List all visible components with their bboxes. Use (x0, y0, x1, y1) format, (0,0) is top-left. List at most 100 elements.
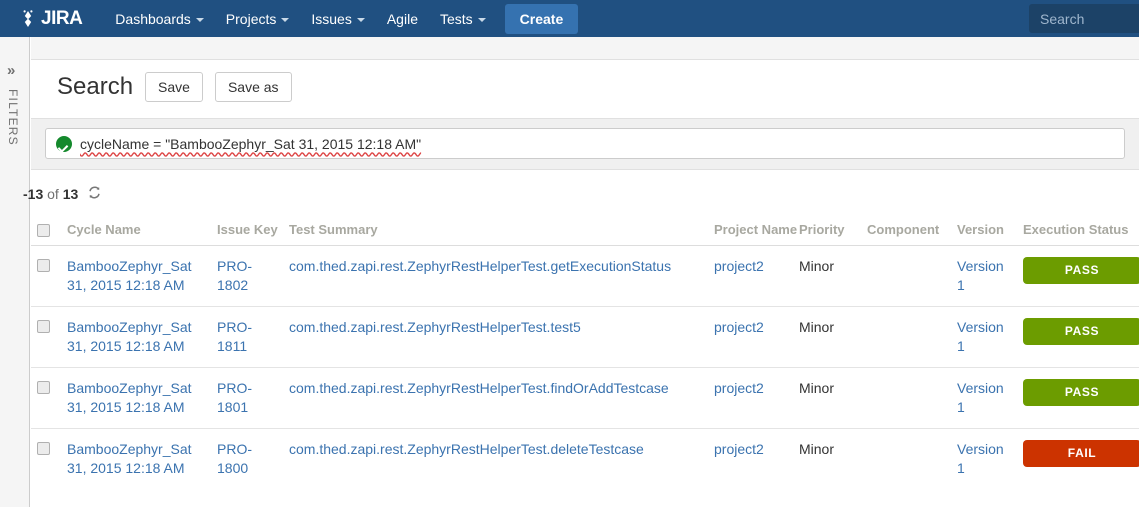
cell-issue-key: PRO-1802 (211, 245, 283, 307)
valid-check-icon (56, 135, 72, 152)
select-all-header (31, 218, 61, 246)
cell-execution-status: FAIL (1017, 428, 1139, 489)
nav-item-tests[interactable]: Tests (429, 2, 497, 36)
cell-priority: Minor (793, 306, 861, 368)
issue-key-link[interactable]: PRO-1800 (217, 441, 252, 476)
table-row[interactable]: BambooZephyr_Sat 31, 2015 12:18 AM PRO-1… (31, 428, 1139, 489)
row-checkbox[interactable] (37, 259, 50, 272)
status-badge[interactable]: PASS (1023, 318, 1139, 345)
column-header-test-summary[interactable]: Test Summary (283, 218, 708, 246)
version-link[interactable]: Version 1 (957, 441, 1004, 476)
project-name-link[interactable]: project2 (714, 380, 764, 396)
test-summary-link[interactable]: com.thed.zapi.rest.ZephyrRestHelperTest.… (289, 380, 669, 396)
jira-logo[interactable]: JIRA (18, 7, 83, 30)
cell-execution-status: PASS (1017, 245, 1139, 307)
refresh-icon[interactable] (87, 185, 102, 203)
cell-cycle-name: BambooZephyr_Sat 31, 2015 12:18 AM (61, 428, 211, 489)
nav-item-projects[interactable]: Projects (215, 2, 301, 36)
column-header-issue-key[interactable]: Issue Key (211, 218, 283, 246)
cycle-name-link[interactable]: BambooZephyr_Sat 31, 2015 12:18 AM (67, 258, 192, 293)
cell-test-summary: com.thed.zapi.rest.ZephyrRestHelperTest.… (283, 245, 708, 307)
search-input[interactable] (1029, 4, 1139, 33)
cycle-name-link[interactable]: BambooZephyr_Sat 31, 2015 12:18 AM (67, 319, 192, 354)
save-button[interactable]: Save (145, 72, 203, 102)
expand-filters-icon[interactable]: » (7, 62, 15, 79)
cycle-name-link[interactable]: BambooZephyr_Sat 31, 2015 12:18 AM (67, 380, 192, 415)
column-header-component[interactable]: Component (861, 218, 951, 246)
row-checkbox[interactable] (37, 381, 50, 394)
column-header-project-name[interactable]: Project Name (708, 218, 797, 246)
cell-component (861, 367, 951, 429)
cell-test-summary: com.thed.zapi.rest.ZephyrRestHelperTest.… (283, 367, 708, 429)
cell-test-summary: com.thed.zapi.rest.ZephyrRestHelperTest.… (283, 306, 708, 368)
chevron-down-icon (356, 17, 365, 22)
cell-issue-key: PRO-1811 (211, 306, 283, 368)
table-row[interactable]: BambooZephyr_Sat 31, 2015 12:18 AM PRO-1… (31, 245, 1139, 307)
cell-version: Version 1 (951, 367, 1017, 429)
version-link[interactable]: Version 1 (957, 380, 1004, 415)
row-checkbox[interactable] (37, 442, 50, 455)
results-count-bar: -13 of 13 (23, 170, 1139, 218)
cell-component (861, 245, 951, 307)
save-as-button[interactable]: Save as (214, 72, 292, 102)
chevron-down-icon (195, 17, 204, 22)
nav-item-issues-label: Issues (311, 10, 352, 27)
cell-project-name: project2 (708, 428, 793, 489)
filters-rail: » FILTERS (0, 37, 30, 507)
version-link[interactable]: Version 1 (957, 258, 1004, 293)
results-count-range: -13 (23, 186, 44, 202)
search-results-table: Cycle Name Issue Key Test Summary Projec… (31, 218, 1139, 489)
test-summary-link[interactable]: com.thed.zapi.rest.ZephyrRestHelperTest.… (289, 258, 671, 274)
issue-key-link[interactable]: PRO-1811 (217, 319, 252, 354)
page-content: Search Save Save as cycleName = "BambooZ… (23, 37, 1139, 507)
issue-key-link[interactable]: PRO-1802 (217, 258, 252, 293)
nav-item-agile-label: Agile (386, 10, 418, 27)
cell-project-name: project2 (708, 367, 793, 429)
cell-issue-key: PRO-1801 (211, 367, 283, 429)
cell-version: Version 1 (951, 245, 1017, 307)
filters-rail-label[interactable]: FILTERS (6, 89, 20, 146)
create-button[interactable]: Create (504, 3, 579, 34)
cell-priority: Minor (793, 428, 861, 489)
jira-logo-text: JIRA (41, 7, 83, 29)
version-link[interactable]: Version 1 (957, 319, 1004, 354)
cell-component (861, 428, 951, 489)
test-summary-link[interactable]: com.thed.zapi.rest.ZephyrRestHelperTest.… (289, 319, 581, 335)
chevron-down-icon (477, 17, 486, 22)
status-badge[interactable]: FAIL (1023, 440, 1139, 467)
column-header-execution-status[interactable]: Execution Status (1017, 218, 1139, 246)
results-count-total: 13 (62, 186, 79, 202)
cell-priority: Minor (793, 245, 861, 307)
row-select-cell (31, 367, 61, 429)
test-summary-link[interactable]: com.thed.zapi.rest.ZephyrRestHelperTest.… (289, 441, 644, 457)
project-name-link[interactable]: project2 (714, 441, 764, 457)
page-title: Search (57, 73, 134, 100)
column-header-cycle-name[interactable]: Cycle Name (61, 218, 211, 246)
page-header: Search Save Save as (31, 60, 1139, 112)
column-header-version[interactable]: Version (951, 218, 1017, 246)
jql-query-bar: cycleName = "BambooZephyr_Sat 31, 2015 1… (31, 118, 1139, 170)
cell-cycle-name: BambooZephyr_Sat 31, 2015 12:18 AM (61, 245, 211, 307)
select-all-checkbox[interactable] (37, 224, 50, 237)
jql-query-input[interactable]: cycleName = "BambooZephyr_Sat 31, 2015 1… (45, 128, 1125, 159)
cycle-name-link[interactable]: BambooZephyr_Sat 31, 2015 12:18 AM (67, 441, 192, 476)
table-row[interactable]: BambooZephyr_Sat 31, 2015 12:18 AM PRO-1… (31, 367, 1139, 429)
project-name-link[interactable]: project2 (714, 258, 764, 274)
row-checkbox[interactable] (37, 320, 50, 333)
nav-item-dashboards[interactable]: Dashboards (104, 2, 215, 36)
table-body: BambooZephyr_Sat 31, 2015 12:18 AM PRO-1… (31, 245, 1139, 489)
column-header-priority[interactable]: Priority (793, 218, 861, 246)
project-name-link[interactable]: project2 (714, 319, 764, 335)
nav-item-issues[interactable]: Issues (300, 2, 375, 36)
nav-item-projects-label: Projects (225, 10, 277, 27)
status-badge[interactable]: PASS (1023, 257, 1139, 284)
row-select-cell (31, 428, 61, 489)
issue-key-link[interactable]: PRO-1801 (217, 380, 252, 415)
cell-version: Version 1 (951, 428, 1017, 489)
status-badge[interactable]: PASS (1023, 379, 1139, 406)
row-select-cell (31, 245, 61, 307)
table-row[interactable]: BambooZephyr_Sat 31, 2015 12:18 AM PRO-1… (31, 306, 1139, 368)
top-navigation-bar: JIRA Dashboards Projects Issues Agile Te… (0, 0, 1139, 37)
nav-item-agile[interactable]: Agile (376, 2, 429, 36)
cell-execution-status: PASS (1017, 306, 1139, 368)
